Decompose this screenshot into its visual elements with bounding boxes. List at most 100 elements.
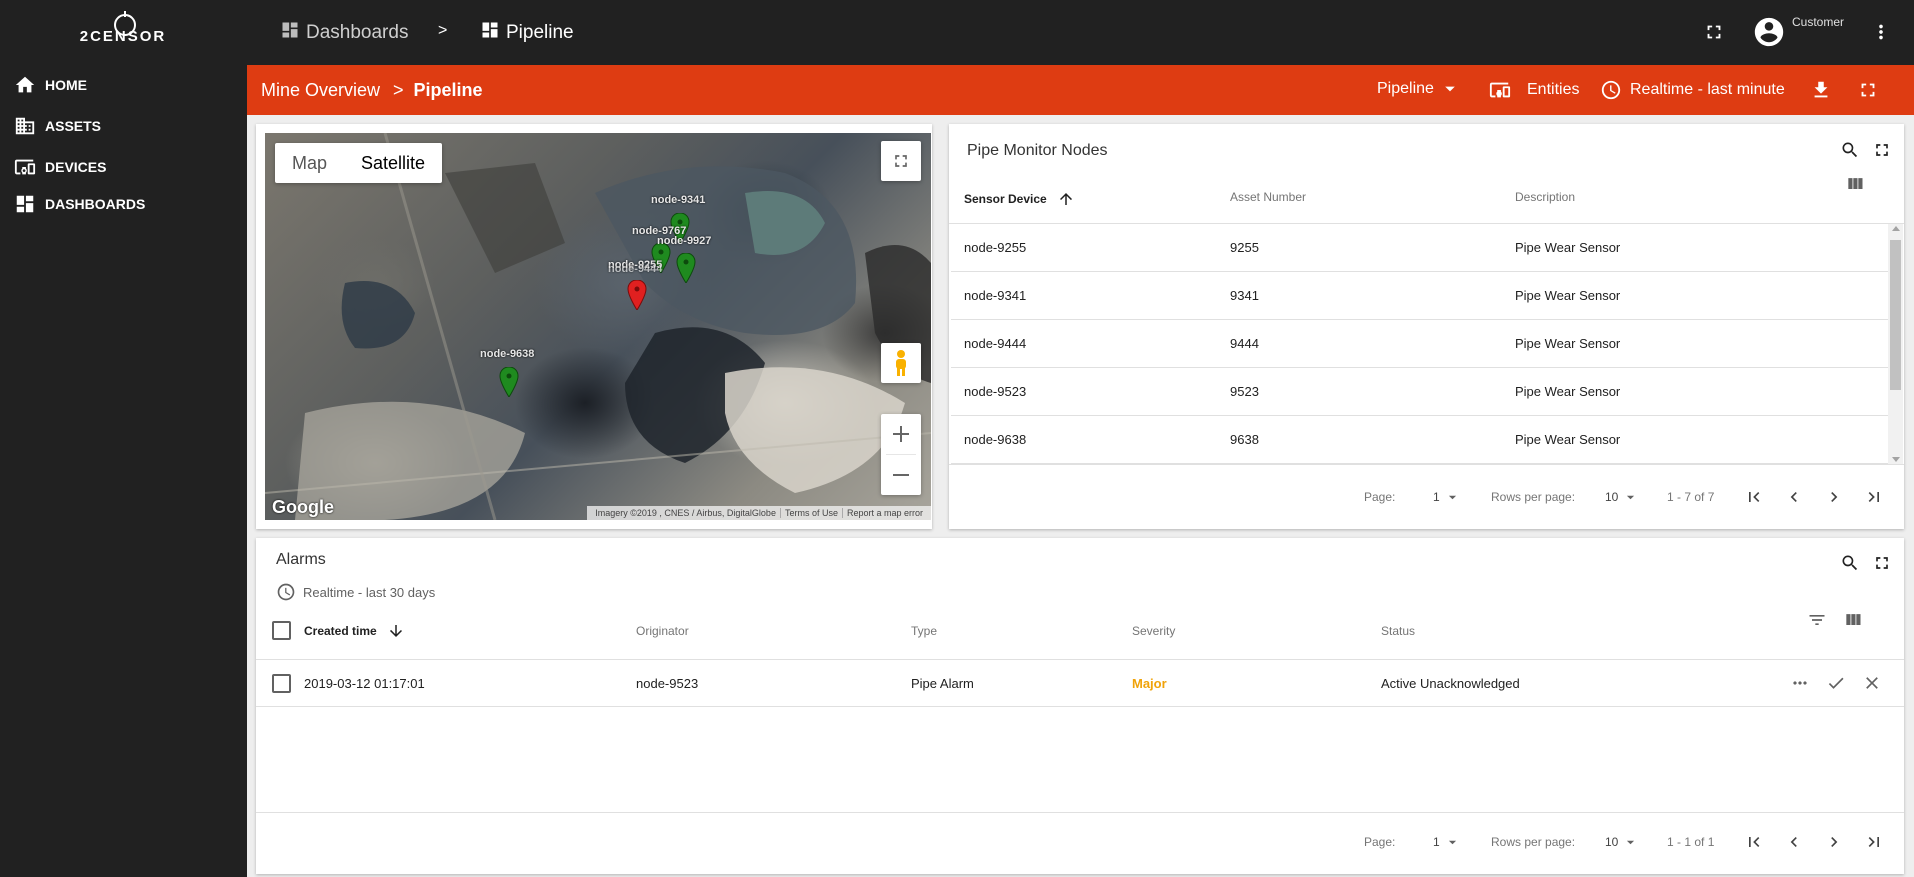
top-bar: Dashboards > Pipeline Customer [247, 0, 1914, 65]
rows-per-page-select[interactable]: 10 [1605, 835, 1635, 849]
scrollbar-thumb[interactable] [1890, 240, 1901, 390]
row-checkbox[interactable] [272, 674, 291, 693]
dashboard-parent-link[interactable]: Mine Overview [261, 80, 380, 101]
export-button[interactable] [1810, 79, 1832, 101]
column-header-originator[interactable]: Originator [636, 624, 689, 638]
select-all-checkbox[interactable] [272, 621, 291, 640]
first-page-button[interactable] [1742, 485, 1766, 509]
view-column-icon [1846, 614, 1861, 625]
map-fullscreen-button[interactable] [881, 141, 921, 181]
breadcrumb-label: Pipeline [506, 22, 574, 43]
columns-button[interactable] [1841, 608, 1865, 632]
scroll-up-arrow-icon[interactable] [1892, 226, 1900, 231]
clear-alarm-button[interactable] [1860, 671, 1884, 695]
more-vert-icon [1879, 24, 1883, 40]
logo[interactable]: 2CENSOR [78, 11, 168, 54]
sidebar-item-devices[interactable]: DEVICES [0, 149, 247, 185]
report-map-error-link[interactable]: Report a map error [841, 508, 927, 518]
table-row[interactable]: node-9638 9638 Pipe Wear Sensor [951, 416, 1888, 464]
scroll-down-arrow-icon[interactable] [1892, 457, 1900, 462]
table-row[interactable]: node-9444 9444 Pipe Wear Sensor [951, 320, 1888, 368]
cell-description: Pipe Wear Sensor [1515, 288, 1621, 303]
clock-icon [277, 583, 295, 601]
search-icon [1842, 142, 1858, 158]
page-select[interactable]: 1 [1433, 490, 1457, 504]
column-header-sensor-device[interactable]: Sensor Device [964, 190, 1075, 208]
alarm-row[interactable]: 2019-03-12 01:17:01 node-9523 Pipe Alarm… [256, 660, 1904, 707]
breadcrumb-separator: > [438, 22, 448, 39]
alarm-details-button[interactable] [1788, 671, 1812, 695]
previous-page-button[interactable] [1782, 830, 1806, 854]
arrow-up-icon [1059, 193, 1072, 205]
more-menu-button[interactable] [1870, 21, 1892, 48]
previous-page-button[interactable] [1782, 485, 1806, 509]
next-page-button[interactable] [1822, 830, 1846, 854]
column-header-created-time[interactable]: Created time [304, 622, 405, 640]
search-button[interactable] [1838, 551, 1862, 575]
widget-fullscreen-button[interactable] [1870, 138, 1894, 162]
search-button[interactable] [1838, 138, 1862, 162]
fullscreen-button[interactable] [1703, 21, 1725, 48]
cell-description: Pipe Wear Sensor [1515, 240, 1621, 255]
terms-of-use-link[interactable]: Terms of Use [779, 508, 842, 518]
map-marker-green[interactable] [676, 253, 696, 283]
column-header-severity[interactable]: Severity [1132, 624, 1175, 638]
column-header-asset-number[interactable]: Asset Number [1230, 190, 1306, 204]
rows-per-page-label: Rows per page: [1491, 490, 1576, 504]
marker-label: node-9638 [480, 348, 535, 360]
filter-button[interactable] [1805, 608, 1829, 632]
next-page-button[interactable] [1822, 485, 1846, 509]
timewindow-button[interactable]: Realtime - last minute [1600, 79, 1785, 101]
footer-divider [256, 812, 1904, 813]
state-select[interactable]: Pipeline [1377, 80, 1456, 98]
close-icon [1866, 677, 1878, 689]
columns-button[interactable] [1843, 172, 1867, 196]
sidebar-item-assets[interactable]: ASSETS [0, 108, 247, 144]
entities-button[interactable]: Entities [1487, 79, 1579, 101]
column-header-type[interactable]: Type [911, 624, 937, 638]
sidebar-item-home[interactable]: HOME [0, 67, 247, 103]
page-range: 1 - 7 of 7 [1667, 490, 1715, 504]
column-header-description[interactable]: Description [1515, 190, 1575, 204]
sidebar-item-dashboards[interactable]: DASHBOARDS [0, 186, 247, 222]
acknowledge-button[interactable] [1824, 671, 1848, 695]
rows-per-page-select[interactable]: 10 [1605, 490, 1635, 504]
check-icon [1828, 677, 1844, 689]
filter-list-icon [1809, 615, 1825, 625]
map-marker-red[interactable] [627, 280, 647, 310]
minus-icon [893, 473, 909, 476]
page-label: Page: [1364, 835, 1396, 849]
alarms-timewindow[interactable]: Realtime - last 30 days [276, 582, 435, 602]
fullscreen-icon [1707, 25, 1721, 39]
column-header-status[interactable]: Status [1381, 624, 1415, 638]
table-row[interactable]: node-9255 9255 Pipe Wear Sensor [951, 224, 1888, 272]
alarms-timewindow-label: Realtime - last 30 days [303, 584, 436, 600]
breadcrumb-dashboards[interactable]: Dashboards [280, 20, 408, 46]
map-type-map-button[interactable]: Map [275, 143, 344, 183]
satellite-map[interactable]: Map Satellite node-9341 node-9767 node-9… [265, 133, 931, 520]
user-avatar[interactable] [1752, 15, 1786, 54]
dropdown-arrow-icon [1627, 495, 1635, 499]
dashboard-fullscreen-button[interactable] [1857, 79, 1879, 101]
devices-icon [13, 155, 37, 179]
first-page-button[interactable] [1742, 830, 1766, 854]
map-marker-green[interactable] [499, 367, 519, 397]
map-type-satellite-button[interactable]: Satellite [344, 143, 442, 183]
last-page-button[interactable] [1862, 485, 1886, 509]
page-range: 1 - 1 of 1 [1667, 835, 1715, 849]
vertical-scrollbar[interactable] [1888, 224, 1903, 464]
widget-fullscreen-button[interactable] [1870, 551, 1894, 575]
chevron-left-icon [1790, 837, 1797, 847]
rows-per-page-label: Rows per page: [1491, 835, 1576, 849]
map-attribution: Imagery ©2019 , CNES / Airbus, DigitalGl… [587, 506, 931, 520]
last-page-button[interactable] [1862, 830, 1886, 854]
dropdown-arrow-icon [1448, 840, 1456, 844]
table-row[interactable]: node-9523 9523 Pipe Wear Sensor [951, 368, 1888, 416]
street-view-pegman-button[interactable] [881, 343, 921, 383]
table-row[interactable]: node-9341 9341 Pipe Wear Sensor [951, 272, 1888, 320]
cell-status: Active Unacknowledged [1381, 676, 1520, 691]
zoom-in-button[interactable] [886, 415, 916, 455]
cell-description: Pipe Wear Sensor [1515, 432, 1621, 447]
zoom-out-button[interactable] [886, 455, 916, 495]
page-select[interactable]: 1 [1433, 835, 1457, 849]
